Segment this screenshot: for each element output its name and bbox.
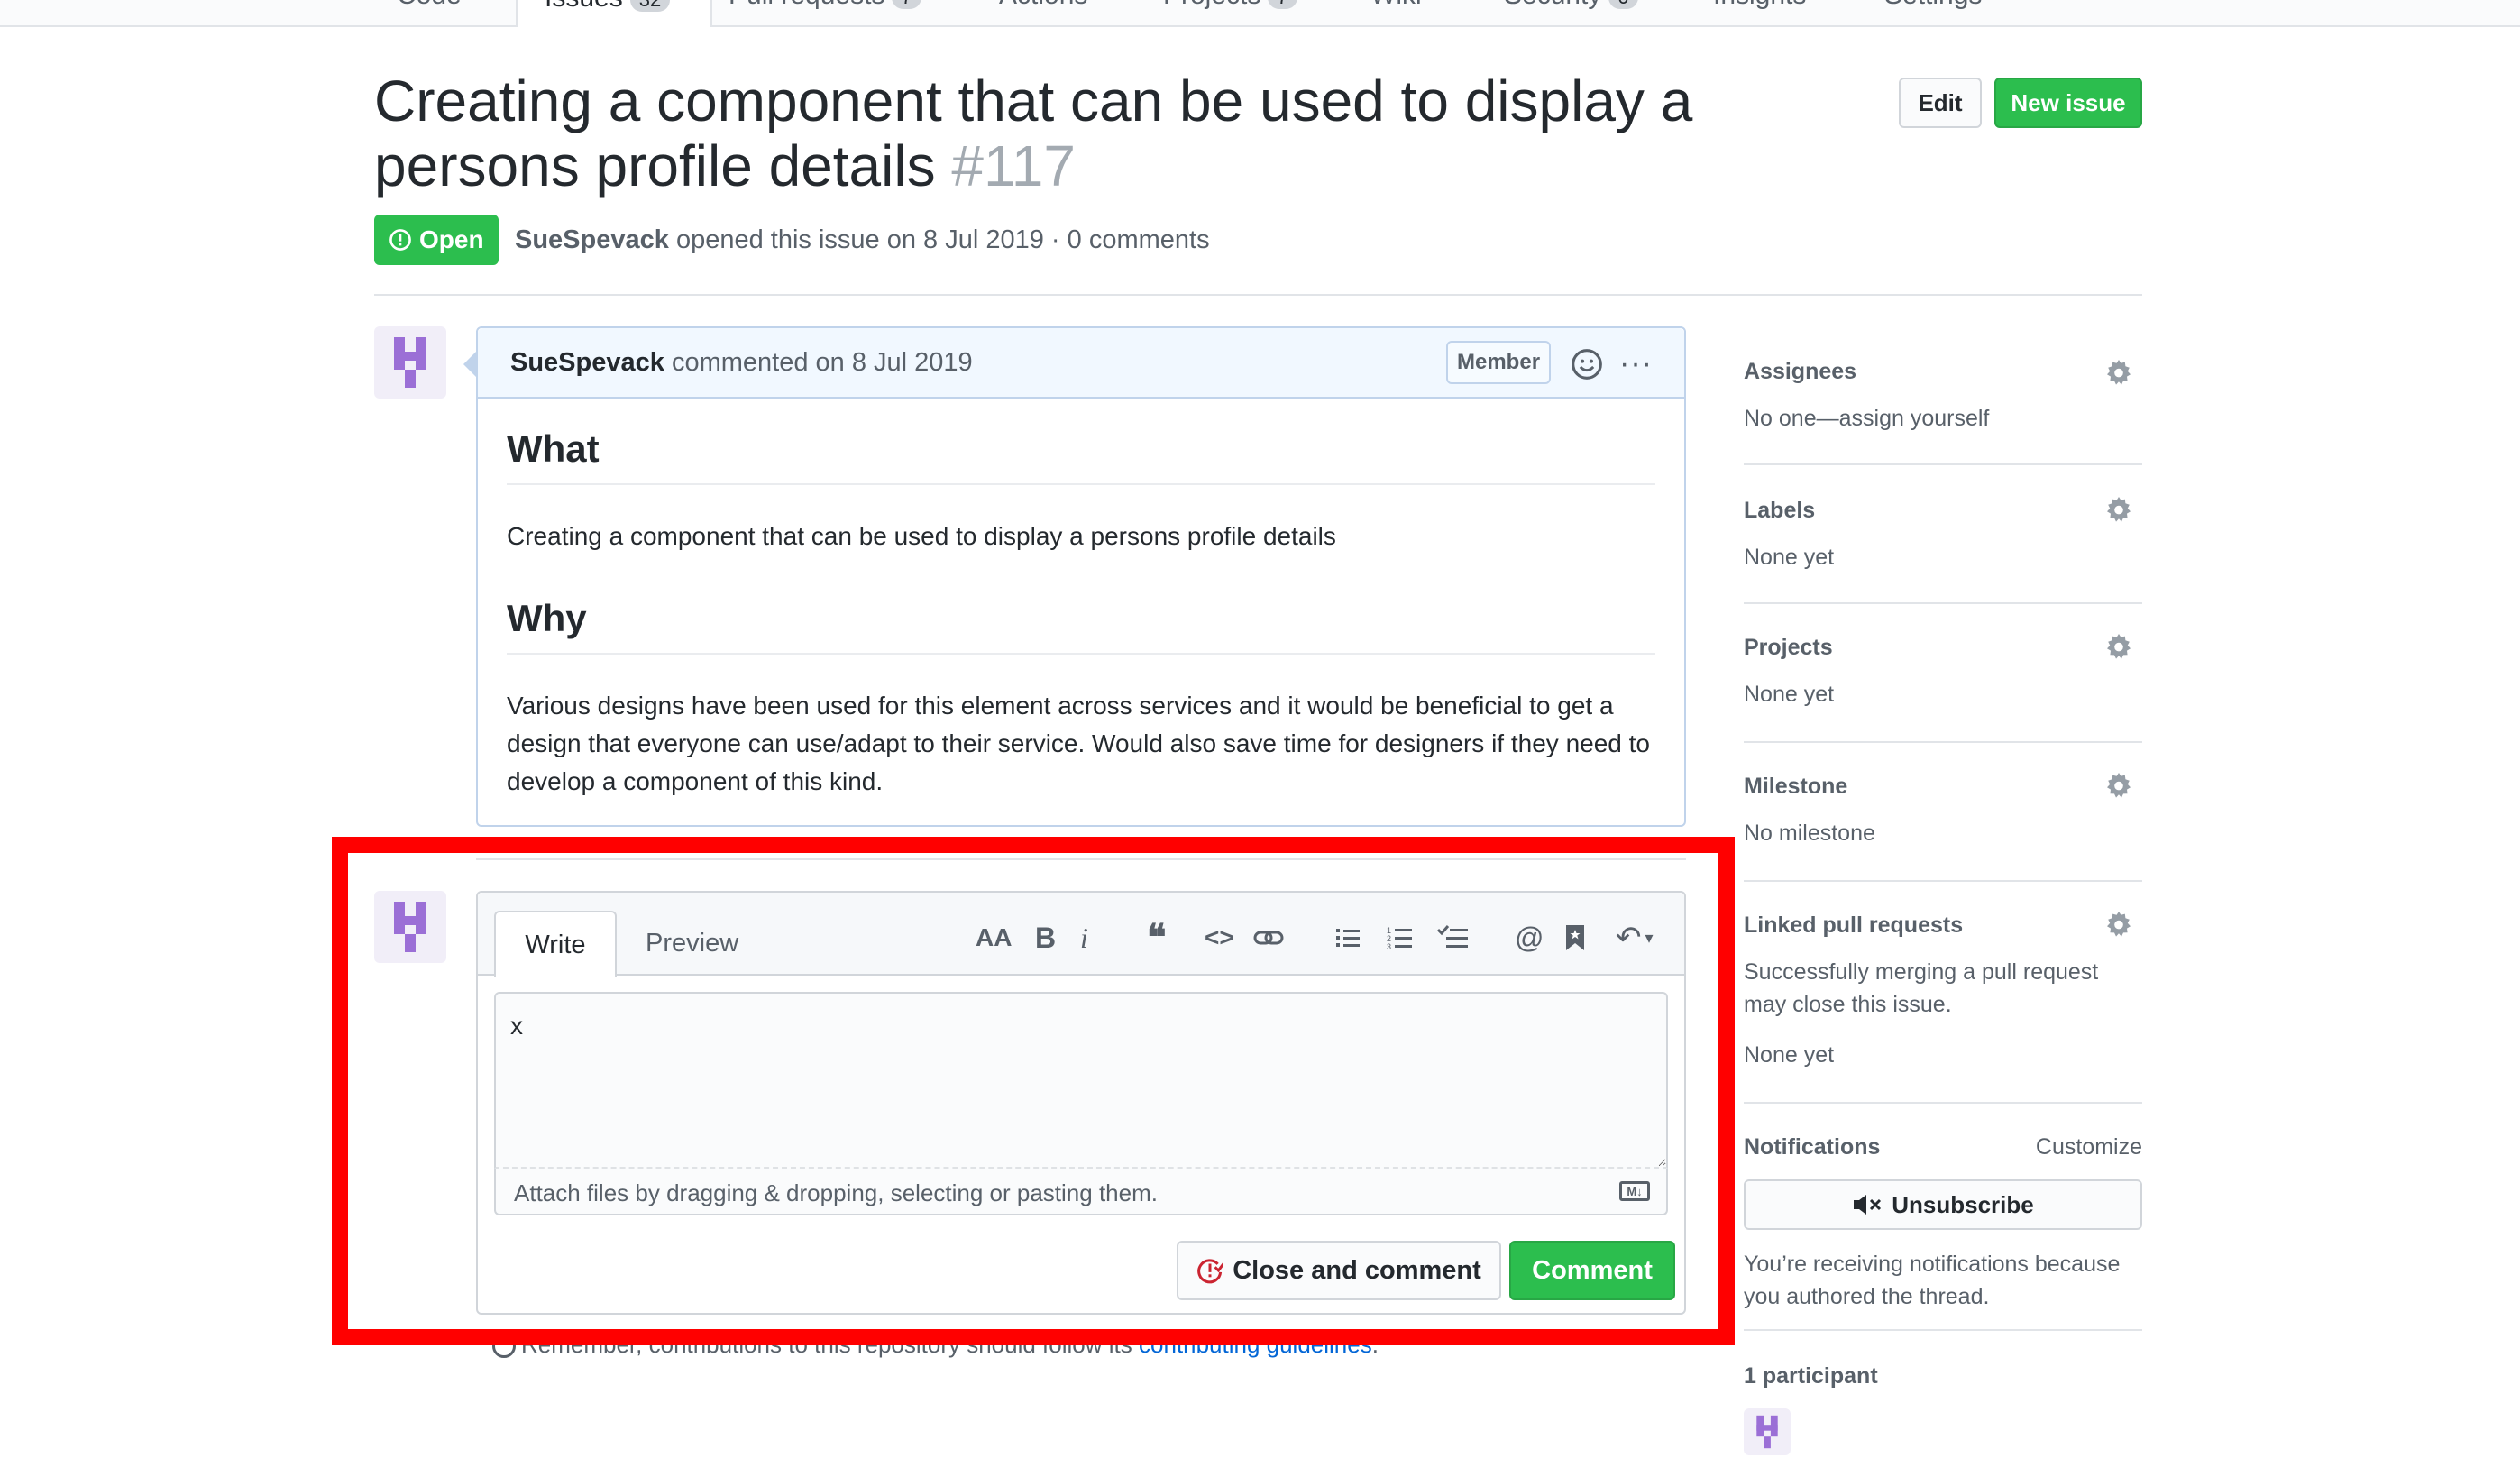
sidebar-projects: Projects None yet	[1744, 626, 2142, 743]
sidebar-milestone: Milestone No milestone	[1744, 765, 2142, 882]
comment-pointer	[463, 352, 476, 377]
participant-avatar[interactable]	[1744, 1408, 1791, 1455]
tab-actions[interactable]: Actions	[999, 0, 1087, 25]
sidebar-value: No milestone	[1744, 821, 1875, 846]
tab-code[interactable]: Code	[397, 0, 462, 25]
tab-count: 32	[629, 0, 671, 12]
sidebar-title[interactable]: Assignees	[1744, 359, 1856, 385]
tab-label: Wiki	[1370, 0, 1422, 10]
comment-paragraph: Various designs have been used for this …	[507, 692, 1650, 795]
issue-state-badge: Open	[374, 215, 499, 265]
state-label: Open	[419, 225, 484, 253]
header-divider	[374, 294, 2142, 296]
comment-meta: SueSpevack commented on 8 Jul 2019	[510, 348, 973, 378]
sidebar-notifications: Notifications Customize Unsubscribe You’…	[1744, 1125, 2142, 1331]
tab-issues[interactable]: Issues 32	[516, 0, 712, 27]
unsubscribe-label: Unsubscribe	[1892, 1190, 2034, 1218]
tab-insights[interactable]: Insights	[1713, 0, 1806, 25]
sidebar-title: Notifications	[1744, 1134, 1881, 1160]
sidebar-title[interactable]: Linked pull requests	[1744, 912, 1963, 939]
issue-author-link[interactable]: SueSpevack	[515, 225, 669, 254]
comment-author-link[interactable]: SueSpevack	[510, 348, 664, 377]
comment-header: SueSpevack commented on 8 Jul 2019 Membe…	[478, 328, 1684, 399]
sidebar-labels: Labels None yet	[1744, 487, 2142, 604]
gear-icon[interactable]	[2104, 772, 2133, 801]
heading-divider	[507, 483, 1655, 485]
tab-count: 7	[1268, 0, 1297, 9]
sidebar-value: None yet	[1744, 1042, 1835, 1068]
issue-comment: SueSpevack commented on 8 Jul 2019 Membe…	[476, 326, 1686, 827]
sidebar-assignees: Assignees No one—assign yourself	[1744, 348, 2142, 465]
tab-label: Projects	[1163, 0, 1260, 10]
repo-nav-tabs: Code Issues 32 Pull requests 7 Actions Pro…	[0, 0, 2520, 27]
tab-settings[interactable]: Settings	[1884, 0, 1982, 25]
sidebar-title[interactable]: Labels	[1744, 498, 1815, 524]
tab-label: Settings	[1884, 0, 1982, 10]
sidebar-linked-prs: Linked pull requests Successfully mergin…	[1744, 903, 2142, 1104]
comment-heading-what: What	[507, 427, 600, 470]
issue-meta-text: opened this issue on 8 Jul 2019 · 0 comm…	[675, 225, 1210, 254]
tab-label: Actions	[999, 0, 1087, 10]
tab-label: Code	[397, 0, 462, 10]
highlight-box	[332, 837, 1735, 1345]
issue-title: Creating a component that can be used to…	[374, 69, 1709, 198]
gear-icon[interactable]	[2104, 496, 2133, 525]
sidebar-title[interactable]: Projects	[1744, 635, 1833, 661]
new-issue-button[interactable]: New issue	[1994, 78, 2142, 128]
member-badge: Member	[1446, 341, 1552, 384]
tab-security[interactable]: Security 0	[1504, 0, 1638, 25]
participants-title: 1 participant	[1744, 1363, 1878, 1389]
sidebar-value[interactable]: No one—assign yourself	[1744, 402, 1989, 435]
identicon-icon	[1756, 1415, 1778, 1449]
sidebar-value: None yet	[1744, 545, 1835, 570]
sidebar-title[interactable]: Milestone	[1744, 774, 1847, 800]
tab-label: Security	[1504, 0, 1601, 10]
gear-icon[interactable]	[2104, 633, 2133, 662]
more-options-button[interactable]: ···	[1619, 346, 1653, 381]
edit-button[interactable]: Edit	[1899, 78, 1982, 128]
customize-link[interactable]: Customize	[2036, 1134, 2142, 1160]
mute-icon	[1854, 1195, 1882, 1215]
sidebar-value: None yet	[1744, 682, 1835, 707]
avatar[interactable]	[374, 326, 446, 399]
gear-icon[interactable]	[2104, 359, 2133, 388]
sidebar-description: Successfully merging a pull request may …	[1744, 959, 2099, 1017]
heading-divider	[507, 653, 1655, 655]
tab-pull-requests[interactable]: Pull requests 7	[729, 0, 921, 25]
tab-label: Insights	[1713, 0, 1806, 10]
comment-heading-why: Why	[507, 597, 587, 639]
notification-reason: You’re receiving notifications because y…	[1744, 1252, 2121, 1309]
smiley-icon[interactable]	[1571, 348, 1603, 381]
tab-count: 0	[1608, 0, 1638, 9]
tab-label: Pull requests	[729, 0, 884, 10]
issue-opened-icon	[389, 229, 411, 251]
issue-meta: SueSpevack opened this issue on 8 Jul 20…	[515, 225, 1210, 255]
issue-number: #117	[951, 133, 1076, 198]
identicon-icon	[394, 337, 426, 388]
gear-icon[interactable]	[2104, 911, 2133, 940]
tab-label: Issues	[545, 0, 623, 13]
tab-wiki[interactable]: Wiki	[1370, 0, 1422, 25]
tab-projects[interactable]: Projects 7	[1163, 0, 1297, 25]
tab-count: 7	[892, 0, 921, 9]
comment-paragraph: Creating a component that can be used to…	[507, 522, 1336, 550]
comment-timestamp[interactable]: commented on 8 Jul 2019	[672, 348, 973, 377]
unsubscribe-button[interactable]: Unsubscribe	[1744, 1179, 2142, 1230]
